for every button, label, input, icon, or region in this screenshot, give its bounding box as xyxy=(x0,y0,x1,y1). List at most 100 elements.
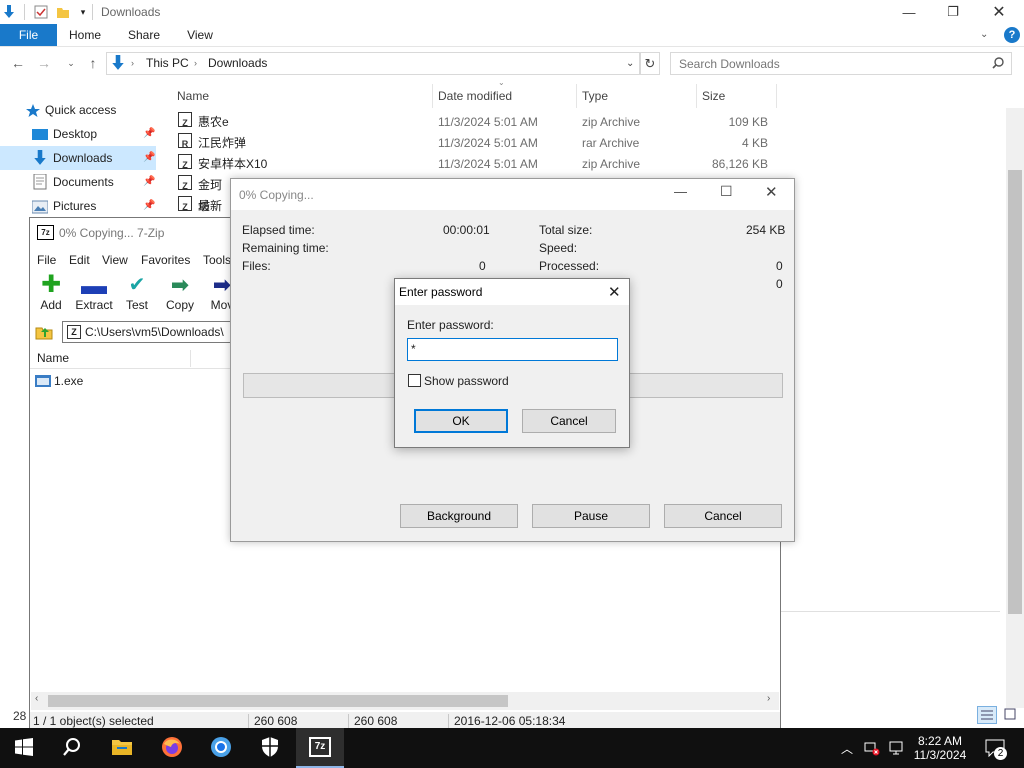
file-date: 11/3/2024 5:01 AM xyxy=(438,115,538,129)
tab-home[interactable]: Home xyxy=(60,24,110,46)
cancel-button[interactable]: Cancel xyxy=(522,409,616,433)
pin-icon[interactable]: 📌 xyxy=(143,146,155,170)
chevron-down-icon[interactable]: ▾ xyxy=(75,4,91,20)
scroll-left-icon[interactable]: ‹ xyxy=(35,693,38,704)
ok-button[interactable]: OK xyxy=(414,409,508,433)
scroll-right-icon[interactable]: › xyxy=(767,693,770,704)
chevron-right-icon[interactable]: › xyxy=(131,53,134,74)
extract-button[interactable]: ▬ Extract xyxy=(72,270,116,316)
minimize-icon[interactable]: — xyxy=(886,0,932,24)
file-size: 109 KB xyxy=(728,115,768,129)
7zip-icon: 7z xyxy=(309,737,331,757)
show-password-checkbox[interactable] xyxy=(408,374,421,387)
menu-edit[interactable]: Edit xyxy=(69,250,90,270)
background-button[interactable]: Background xyxy=(400,504,518,528)
chevron-right-icon[interactable]: › xyxy=(194,53,197,74)
nav-item-quick-access[interactable]: Quick access xyxy=(0,98,156,122)
scrollbar-thumb[interactable] xyxy=(48,695,508,707)
cancel-button[interactable]: Cancel xyxy=(664,504,782,528)
pin-icon[interactable]: 📌 xyxy=(143,194,155,218)
divider xyxy=(190,350,191,367)
minus-icon: ▬ xyxy=(81,270,107,300)
chevron-down-icon[interactable]: ⌄ xyxy=(626,53,634,74)
taskbar-firefox[interactable] xyxy=(148,728,196,768)
search-icon xyxy=(991,56,1005,73)
column-header-name[interactable]: Name xyxy=(37,351,69,365)
menu-view[interactable]: View xyxy=(102,250,128,270)
chevron-up-icon[interactable]: ︿ xyxy=(838,728,856,768)
nav-label: Pictures xyxy=(53,199,97,213)
column-header-date[interactable]: Date modified xyxy=(438,86,512,106)
search-input[interactable]: Search Downloads xyxy=(670,52,1012,75)
close-icon[interactable]: ✕ xyxy=(765,183,778,201)
test-button[interactable]: ✔ Test xyxy=(115,274,159,316)
divider xyxy=(432,84,433,108)
tab-file[interactable]: File xyxy=(0,24,57,46)
up-arrow-icon[interactable]: ↑ xyxy=(84,54,102,72)
nav-item-downloads[interactable]: Downloads 📌 xyxy=(0,146,156,170)
copy-button[interactable]: ➡ Copy xyxy=(158,274,202,316)
start-button[interactable] xyxy=(0,728,48,768)
rar-archive-icon: R xyxy=(178,133,192,149)
tab-share[interactable]: Share xyxy=(118,24,170,46)
taskbar-chrome[interactable] xyxy=(197,728,245,768)
taskbar-7zip[interactable]: 7z xyxy=(296,728,344,768)
maximize-icon[interactable]: ❐ xyxy=(930,0,976,24)
column-header-type[interactable]: Type xyxy=(582,86,608,106)
toolbar-label: Copy xyxy=(165,298,194,312)
download-arrow-icon xyxy=(110,55,126,74)
minimize-icon[interactable]: — xyxy=(674,184,687,199)
menu-tools[interactable]: Tools xyxy=(203,250,231,270)
folder-up-icon[interactable] xyxy=(35,324,53,343)
help-icon[interactable]: ? xyxy=(1004,27,1020,43)
nav-item-documents[interactable]: Documents 📌 xyxy=(0,170,156,194)
star-icon xyxy=(26,102,42,118)
pause-button[interactable]: Pause xyxy=(532,504,650,528)
scrollbar-thumb[interactable] xyxy=(1008,170,1022,614)
close-icon[interactable]: ✕ xyxy=(976,0,1022,24)
pin-icon[interactable]: 📌 xyxy=(143,170,155,194)
nav-item-pictures[interactable]: Pictures 📌 xyxy=(0,194,156,218)
shield-icon xyxy=(260,736,280,761)
column-header-size[interactable]: Size xyxy=(702,86,725,106)
large-icons-view-icon[interactable] xyxy=(1001,706,1021,724)
breadcrumb-this-pc[interactable]: This PC xyxy=(146,53,189,74)
chevron-down-icon[interactable]: ⌄ xyxy=(980,29,988,40)
file-row[interactable]: R 江民炸弹 11/3/2024 5:01 AM rar Archive 4 K… xyxy=(172,133,776,154)
file-row[interactable]: Z 金珂坊 xyxy=(172,175,230,213)
add-button[interactable]: ✚ Add xyxy=(29,273,73,316)
divider xyxy=(576,84,577,108)
password-input[interactable]: * xyxy=(407,338,618,361)
taskbar-search[interactable] xyxy=(48,728,96,768)
column-header-name[interactable]: Name xyxy=(177,86,209,106)
search-icon xyxy=(62,737,82,760)
file-row[interactable]: Z 安卓样本X10 11/3/2024 5:01 AM zip Archive … xyxy=(172,154,776,175)
properties-icon[interactable] xyxy=(33,4,49,20)
clock[interactable]: 8:22 AM 11/3/2024 xyxy=(910,728,970,768)
file-row[interactable]: Z 最新鬼 xyxy=(172,196,230,234)
breadcrumb-downloads[interactable]: Downloads xyxy=(208,53,267,74)
maximize-icon[interactable]: ☐ xyxy=(720,183,733,200)
taskbar-file-explorer[interactable] xyxy=(98,728,146,768)
network-error-icon[interactable] xyxy=(862,728,882,768)
language-icon[interactable] xyxy=(886,728,906,768)
close-icon[interactable]: ✕ xyxy=(608,283,621,301)
show-password-label[interactable]: Show password xyxy=(424,374,509,388)
tab-view[interactable]: View xyxy=(176,24,224,46)
address-bar[interactable]: › This PC › Downloads ⌄ xyxy=(106,52,640,75)
file-size: 86,126 KB xyxy=(711,157,768,171)
file-row[interactable]: Z 惠农e 11/3/2024 5:01 AM zip Archive 109 … xyxy=(172,112,776,133)
back-arrow-icon[interactable]: ← xyxy=(9,54,27,72)
chevron-down-icon[interactable]: ⌄ xyxy=(62,54,80,72)
forward-arrow-icon[interactable]: → xyxy=(35,54,53,72)
pin-icon[interactable]: 📌 xyxy=(143,122,155,146)
menu-favorites[interactable]: Favorites xyxy=(141,250,190,270)
check-icon: ✔ xyxy=(128,274,146,296)
list-item[interactable]: 1.exe xyxy=(34,372,114,390)
nav-item-desktop[interactable]: Desktop 📌 xyxy=(0,122,156,146)
menu-file[interactable]: File xyxy=(37,250,56,270)
new-folder-icon[interactable] xyxy=(55,4,71,20)
taskbar-security[interactable] xyxy=(246,728,294,768)
details-view-icon[interactable] xyxy=(977,706,997,724)
refresh-icon[interactable]: ↻ xyxy=(640,52,660,75)
